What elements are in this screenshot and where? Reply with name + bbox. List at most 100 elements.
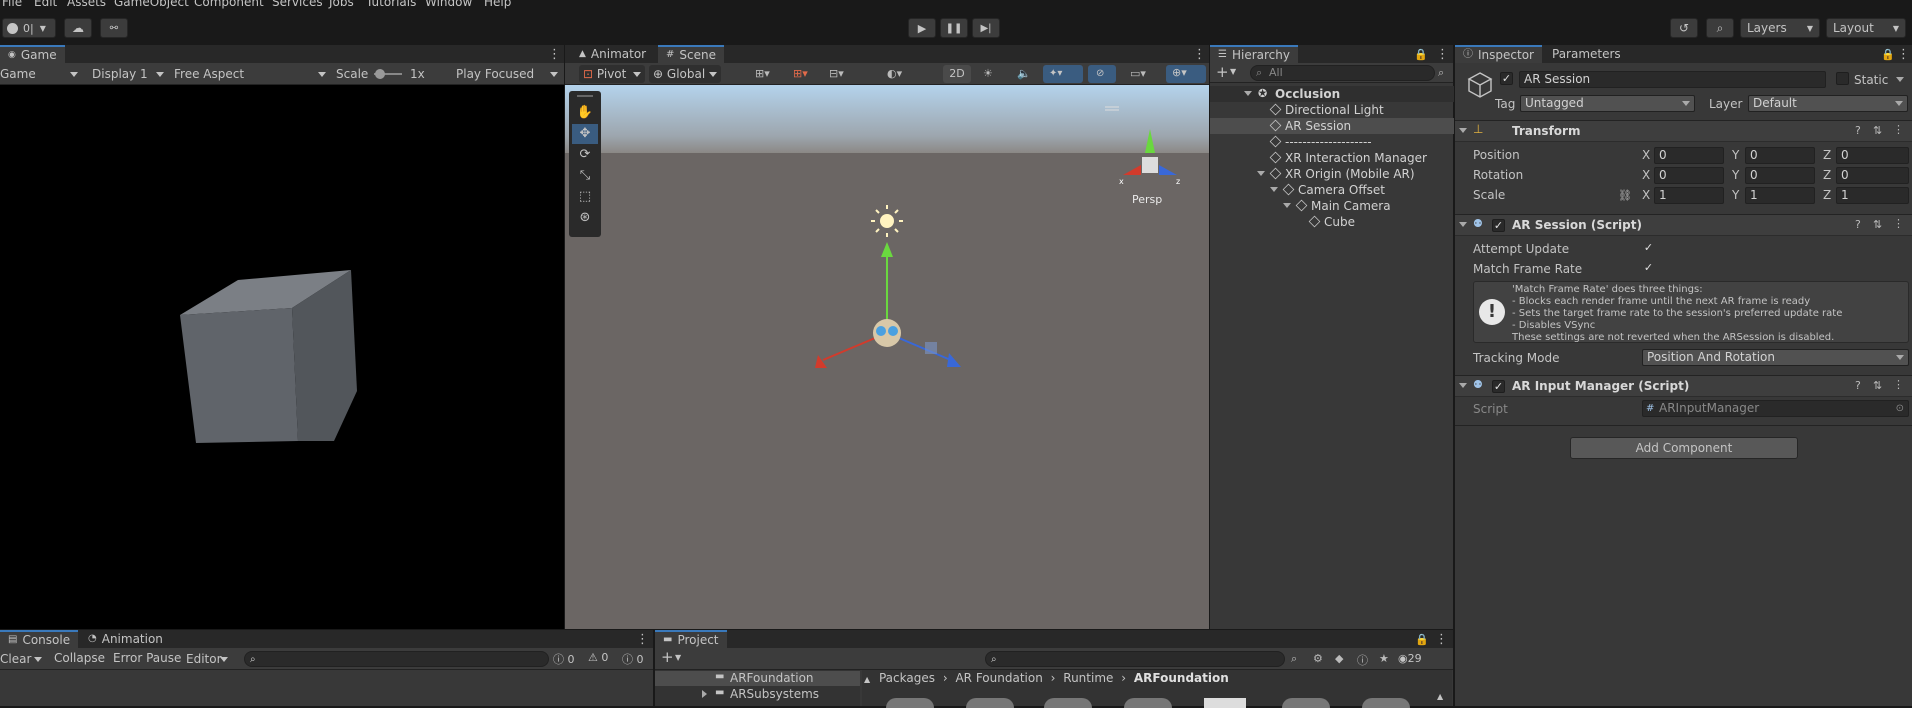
tag-dropdown[interactable]: Untagged — [1520, 95, 1695, 112]
asset-thumbnail[interactable] — [886, 698, 934, 708]
tab-game[interactable]: ◉ Game — [0, 45, 65, 63]
pivot-dropdown[interactable]: ⊡ Pivot — [579, 65, 645, 83]
audio-icon[interactable]: 🔈 — [1017, 67, 1031, 80]
position-z-field[interactable]: 0 — [1836, 147, 1909, 164]
asset-thumbnail[interactable] — [1044, 698, 1092, 708]
warning-count[interactable]: ⚠ 0 — [588, 651, 608, 664]
ar-input-manager-enabled-checkbox[interactable]: ✓ — [1492, 380, 1505, 393]
inspector-menu-icon[interactable]: ⋮ — [1897, 47, 1910, 62]
hierarchy-item-cube[interactable]: Cube — [1308, 214, 1355, 230]
hierarchy-item-xr-origin[interactable]: XR Origin (Mobile AR) — [1269, 166, 1415, 182]
snap-increment-icon[interactable]: ⊞▾ — [793, 67, 808, 80]
menu-window[interactable]: Window — [425, 0, 472, 9]
menu-edit[interactable]: Edit — [34, 0, 57, 9]
expand-arrow-icon[interactable] — [1283, 203, 1291, 212]
hierarchy-item-main-camera[interactable]: Main Camera — [1295, 198, 1391, 214]
component-menu-icon[interactable]: ⋮ — [1893, 123, 1904, 136]
star-icon[interactable]: ★ — [1379, 652, 1389, 665]
layer-dropdown[interactable]: Default — [1748, 95, 1908, 112]
scene-visibility-icon[interactable]: ⌕ — [1438, 66, 1444, 80]
effects-toggle[interactable]: ✦▾ — [1043, 65, 1083, 83]
search-by-type-icon[interactable]: ⌕ — [1291, 652, 1297, 666]
preset-icon[interactable]: ⇅ — [1873, 124, 1882, 137]
draw-mode-icon[interactable]: ◐▾ — [887, 67, 902, 80]
editor-dropdown[interactable]: Editor — [182, 650, 232, 668]
collapse-arrow-icon[interactable] — [1459, 128, 1467, 137]
game-menu-icon[interactable]: ⋮ — [548, 47, 561, 62]
menu-tutorials[interactable]: Tutorials — [366, 0, 416, 9]
tab-animator[interactable]: ▲ Animator — [571, 45, 654, 63]
chevron-down-icon[interactable]: ▼ — [675, 653, 681, 662]
play-button[interactable]: ▶ — [908, 18, 936, 38]
tab-scene[interactable]: # Scene — [658, 45, 724, 63]
hidden-toggle[interactable]: ⊘ — [1088, 65, 1116, 83]
hierarchy-item-camera-offset[interactable]: Camera Offset — [1282, 182, 1385, 198]
help-icon[interactable]: ? — [1855, 124, 1861, 137]
account-dropdown[interactable]: 0| ▼ — [2, 18, 56, 38]
pause-button[interactable]: ❚❚ — [940, 18, 968, 38]
tab-animation[interactable]: ◔ Animation — [80, 630, 171, 648]
ar-session-enabled-checkbox[interactable]: ✓ — [1492, 219, 1505, 232]
add-icon[interactable]: + — [1216, 63, 1229, 81]
search-button[interactable]: ⌕ — [1706, 18, 1734, 38]
palette-handle[interactable] — [577, 95, 593, 97]
collapse-arrow-icon[interactable] — [1459, 383, 1467, 392]
lock-icon[interactable]: 🔒 — [1414, 48, 1428, 61]
menu-gameobject[interactable]: GameObject — [114, 0, 189, 9]
folder-item-arsubsystems[interactable]: ▬ ARSubsystems — [655, 687, 860, 702]
active-checkbox[interactable]: ✓ — [1500, 72, 1513, 85]
position-y-field[interactable]: 0 — [1745, 147, 1815, 164]
hierarchy-item-separator[interactable]: -------------------- — [1269, 134, 1372, 150]
scale-z-field[interactable]: 1 — [1836, 187, 1909, 204]
rotation-y-field[interactable]: 0 — [1745, 167, 1815, 184]
hierarchy-menu-icon[interactable]: ⋮ — [1436, 47, 1449, 62]
asset-thumbnail[interactable] — [1204, 698, 1246, 708]
align-icon[interactable]: ⊟▾ — [829, 67, 844, 80]
menu-assets[interactable]: Assets — [67, 0, 106, 9]
object-name-field[interactable]: AR Session — [1519, 71, 1826, 88]
move-tool-icon[interactable]: ✥ — [572, 124, 598, 144]
game-mode-dropdown[interactable]: Game — [0, 65, 82, 83]
hierarchy-item-directional-light[interactable]: Directional Light — [1269, 102, 1384, 118]
menu-help[interactable]: Help — [484, 0, 511, 9]
asset-thumbnail[interactable] — [1362, 698, 1410, 708]
expand-arrow-icon[interactable] — [1257, 171, 1265, 180]
link-icon[interactable]: ⛓ — [1618, 189, 1632, 202]
tab-console[interactable]: ▤ Console — [0, 630, 79, 648]
rect-tool-icon[interactable]: ⬚ — [572, 187, 598, 207]
component-menu-icon[interactable]: ⋮ — [1893, 378, 1904, 391]
match-frame-rate-checkbox[interactable]: ✓ — [1642, 262, 1655, 275]
2d-toggle[interactable]: 2D — [943, 65, 971, 83]
scroll-up-icon[interactable]: ▲ — [1437, 692, 1443, 701]
hand-tool-icon[interactable]: ✋ — [572, 103, 598, 123]
breadcrumb-current[interactable]: ARFoundation — [1134, 671, 1229, 685]
chevron-down-icon[interactable]: ▼ — [1230, 67, 1236, 76]
breadcrumb-item[interactable]: AR Foundation — [955, 671, 1042, 685]
lighting-icon[interactable]: ☀ — [983, 67, 993, 80]
info-count[interactable]: ⓘ 0 — [553, 651, 575, 667]
filter-type-icon[interactable]: ⚙ — [1313, 652, 1323, 665]
play-focused-dropdown[interactable]: Play Focused — [452, 65, 562, 83]
asset-thumbnail[interactable] — [1124, 698, 1172, 708]
asset-thumbnail[interactable] — [1282, 698, 1330, 708]
rotation-z-field[interactable]: 0 — [1836, 167, 1909, 184]
transform-header[interactable]: ⊥ Transform ? ⇅ ⋮ — [1455, 120, 1912, 142]
breadcrumb-item[interactable]: Runtime — [1063, 671, 1113, 685]
layers-dropdown[interactable]: Layers ▼ — [1740, 18, 1820, 38]
grid-snap-icon[interactable]: ⊞▾ — [755, 67, 770, 80]
add-icon[interactable]: + — [661, 648, 674, 666]
project-menu-icon[interactable]: ⋮ — [1435, 632, 1448, 647]
aspect-dropdown[interactable]: Free Aspect — [170, 65, 330, 83]
cloud-button[interactable]: ☁ — [64, 18, 92, 38]
collab-button[interactable]: ⚯ — [100, 18, 128, 38]
menu-component[interactable]: Component — [194, 0, 264, 9]
expand-arrow-icon[interactable] — [702, 690, 711, 698]
project-search-input[interactable]: ⌕ — [985, 651, 1285, 667]
preset-icon[interactable]: ⇅ — [1873, 218, 1882, 231]
static-dropdown-arrow[interactable] — [1896, 77, 1904, 86]
position-x-field[interactable]: 0 — [1654, 147, 1724, 164]
tab-project[interactable]: ▬ Project — [655, 630, 727, 648]
gizmos-toggle[interactable]: ⊕▾ — [1166, 65, 1206, 83]
rotation-x-field[interactable]: 0 — [1654, 167, 1724, 184]
step-button[interactable]: ▶| — [972, 18, 1000, 38]
